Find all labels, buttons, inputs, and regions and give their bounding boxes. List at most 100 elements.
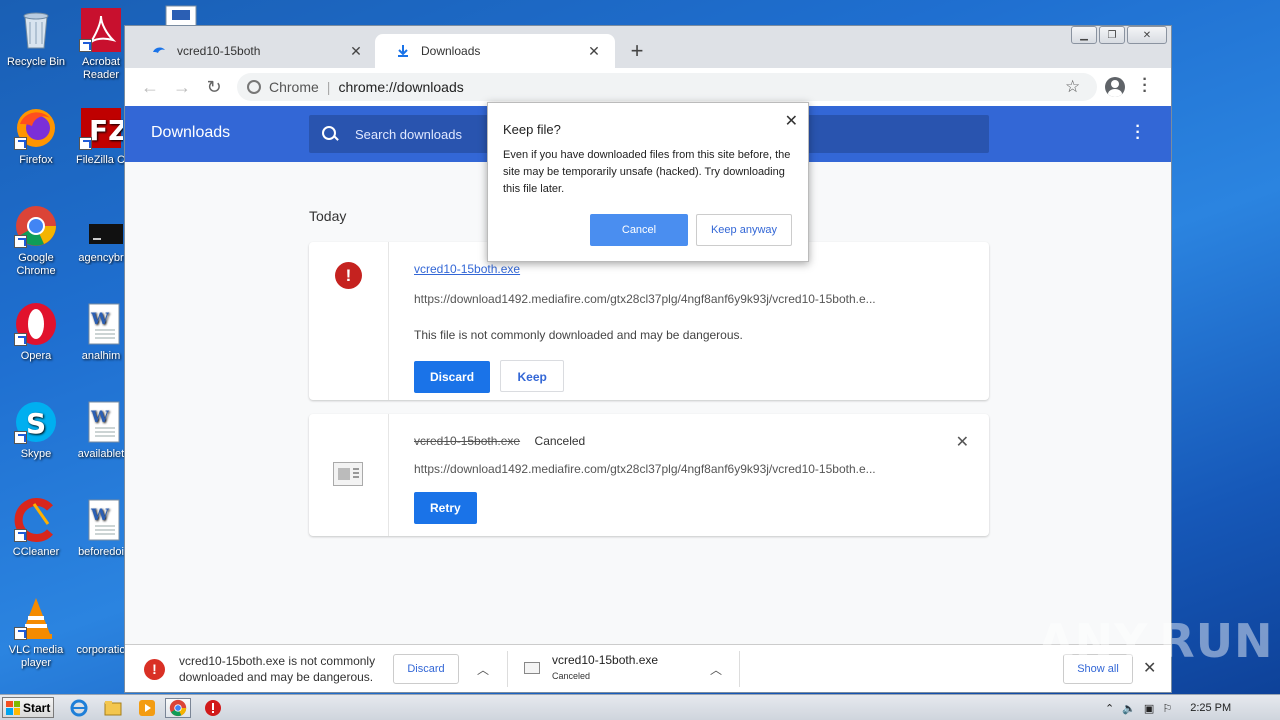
warning-icon: !: [144, 659, 165, 680]
blank-document-icon: [79, 596, 123, 640]
window-controls: ▁ ❐ ✕: [1071, 26, 1167, 44]
desktop-icon-acrobat[interactable]: Acrobat Reader: [76, 8, 126, 82]
desktop-icon-label: Firefox: [19, 154, 53, 166]
ccleaner-icon: [14, 498, 58, 542]
forward-arrow-icon[interactable]: →: [171, 76, 193, 98]
desktop-icon-corporatio[interactable]: corporatio: [76, 596, 126, 657]
shelf-file-name[interactable]: vcred10-15both.exe: [552, 653, 658, 667]
desktop-icon-chrome[interactable]: Google Chrome: [0, 204, 72, 278]
file-url[interactable]: https://download1492.mediafire.com/gtx28…: [414, 292, 969, 306]
shelf-warning-text: vcred10-15both.exe is not commonly downl…: [179, 654, 376, 684]
search-icon: [321, 125, 339, 143]
discard-button[interactable]: Discard: [414, 361, 491, 393]
desktop-icon-vlc[interactable]: VLC media player: [0, 596, 72, 670]
desktop-icon-label: analhim: [81, 350, 121, 362]
explorer-taskbar-icon[interactable]: [100, 698, 126, 718]
desktop-icon-label: CCleaner: [12, 546, 60, 558]
download-item-dangerous: ! vcred10-15both.exe https://download149…: [309, 242, 989, 400]
chevron-up-icon[interactable]: ︿: [477, 661, 489, 678]
file-url[interactable]: https://download1492.mediafire.com/gtx28…: [414, 462, 969, 476]
profile-avatar-icon[interactable]: [1105, 77, 1125, 97]
chrome-taskbar-icon[interactable]: [165, 698, 191, 718]
desktop-icon-label: beforedoi: [78, 546, 124, 558]
close-window-button[interactable]: ✕: [1127, 26, 1167, 44]
desktop-icon-availablet[interactable]: W availablet: [76, 400, 126, 461]
download-icon-column: [309, 414, 389, 536]
address-scheme: Chrome: [269, 79, 319, 95]
retry-button[interactable]: Retry: [414, 492, 477, 524]
desktop-icon-label: corporatio: [76, 644, 126, 656]
show-hidden-icons-icon[interactable]: ⌃: [1105, 702, 1114, 715]
cancel-button[interactable]: Cancel: [590, 214, 688, 246]
desktop-icon-label: Google Chrome: [16, 252, 56, 277]
close-icon[interactable]: ✕: [585, 43, 603, 60]
keep-anyway-button[interactable]: Keep anyway: [696, 214, 792, 246]
document-icon: [158, 4, 202, 26]
desktop-icon-analhim[interactable]: W analhim: [76, 302, 126, 363]
file-icon: [524, 662, 540, 674]
remove-item-icon[interactable]: ✕: [956, 432, 969, 452]
desktop-icon-beforedoi[interactable]: W beforedoi: [76, 498, 126, 559]
filezilla-icon: FZ: [79, 106, 126, 150]
address-url: chrome://downloads: [338, 79, 464, 95]
desktop-icon-recycle-bin[interactable]: Recycle Bin: [0, 8, 72, 69]
shelf-file-status: Canceled: [552, 671, 591, 681]
desktop-icon-label: Skype: [20, 448, 52, 460]
close-icon[interactable]: ✕: [785, 111, 798, 131]
reload-icon[interactable]: ↻: [203, 76, 225, 98]
word-document-icon: W: [79, 302, 123, 346]
tab-downloads[interactable]: Downloads ✕: [375, 34, 615, 68]
close-icon[interactable]: ✕: [347, 43, 365, 60]
media-player-taskbar-icon[interactable]: [134, 698, 160, 718]
desktop-icon-opera[interactable]: Opera: [0, 302, 72, 363]
dialog-title: Keep file?: [503, 122, 561, 137]
minimize-button[interactable]: ▁: [1071, 26, 1097, 44]
tab-vcred[interactable]: vcred10-15both ✕: [131, 34, 377, 68]
chrome-icon: [14, 204, 58, 248]
desktop-icon-filezilla[interactable]: FZ FileZilla Cl: [76, 106, 126, 167]
desktop-icon-label: Recycle Bin: [6, 56, 66, 68]
chrome-site-icon: [247, 80, 261, 94]
bookmark-star-icon[interactable]: ☆: [1065, 77, 1080, 97]
file-name: vcred10-15both.exe: [414, 434, 521, 448]
loading-icon: [151, 43, 167, 59]
desktop-icon-label: availablet: [77, 448, 125, 460]
download-item-canceled: vcred10-15both.exe Canceled https://down…: [309, 414, 989, 536]
taskbar: Start ⌃ 🔈 ▣ ⚐ 2:25 PM: [0, 694, 1280, 720]
downloads-list: Today ! vcred10-15both.exe https://downl…: [125, 102, 1171, 644]
start-label: Start: [23, 700, 51, 715]
maximize-button[interactable]: ❐: [1099, 26, 1125, 44]
windows-logo-icon: [6, 700, 20, 715]
new-tab-button[interactable]: +: [625, 38, 649, 64]
ie-taskbar-icon[interactable]: [66, 698, 92, 718]
desktop-icon-skype[interactable]: S Skype: [0, 400, 72, 461]
system-tray: ⌃ 🔈 ▣ ⚐ 2:25 PM: [1105, 695, 1231, 720]
shelf-divider: [507, 651, 508, 687]
chevron-up-icon[interactable]: ︿: [710, 661, 722, 678]
network-icon[interactable]: ▣: [1144, 702, 1154, 715]
volume-icon[interactable]: 🔈: [1122, 702, 1136, 715]
file-name-link[interactable]: vcred10-15both.exe: [414, 262, 520, 276]
back-arrow-icon[interactable]: ←: [139, 76, 161, 98]
stop-sign-taskbar-icon[interactable]: [200, 698, 226, 718]
desktop-icon-agencybr[interactable]: agencybr: [76, 204, 126, 265]
clock[interactable]: 2:25 PM: [1190, 702, 1231, 714]
more-actions-icon[interactable]: · · ·: [1133, 119, 1143, 147]
danger-description: This file is not commonly downloaded and…: [414, 328, 743, 342]
desktop-icon-firefox[interactable]: Firefox: [0, 106, 72, 167]
browser-toolbar: ← → ↻ Chrome | chrome://downloads ☆ · · ·: [125, 68, 1171, 106]
chrome-menu-icon[interactable]: · · ·: [1139, 72, 1151, 100]
svg-text:W: W: [90, 407, 110, 426]
desktop-icon-label: VLC media player: [8, 644, 64, 669]
action-center-flag-icon[interactable]: ⚐: [1162, 702, 1172, 715]
start-button[interactable]: Start: [2, 697, 54, 718]
acrobat-icon: [79, 8, 123, 52]
tab-title: vcred10-15both: [177, 44, 261, 58]
date-section-label: Today: [309, 208, 347, 224]
anyrun-watermark: ANY.RUN: [1038, 614, 1274, 668]
address-bar[interactable]: Chrome | chrome://downloads: [237, 73, 1097, 101]
desktop-icon-ccleaner[interactable]: CCleaner: [0, 498, 72, 559]
shelf-discard-button[interactable]: Discard: [393, 654, 459, 684]
desktop-icon-word-doc[interactable]: [150, 4, 210, 26]
keep-button[interactable]: Keep: [500, 360, 564, 392]
